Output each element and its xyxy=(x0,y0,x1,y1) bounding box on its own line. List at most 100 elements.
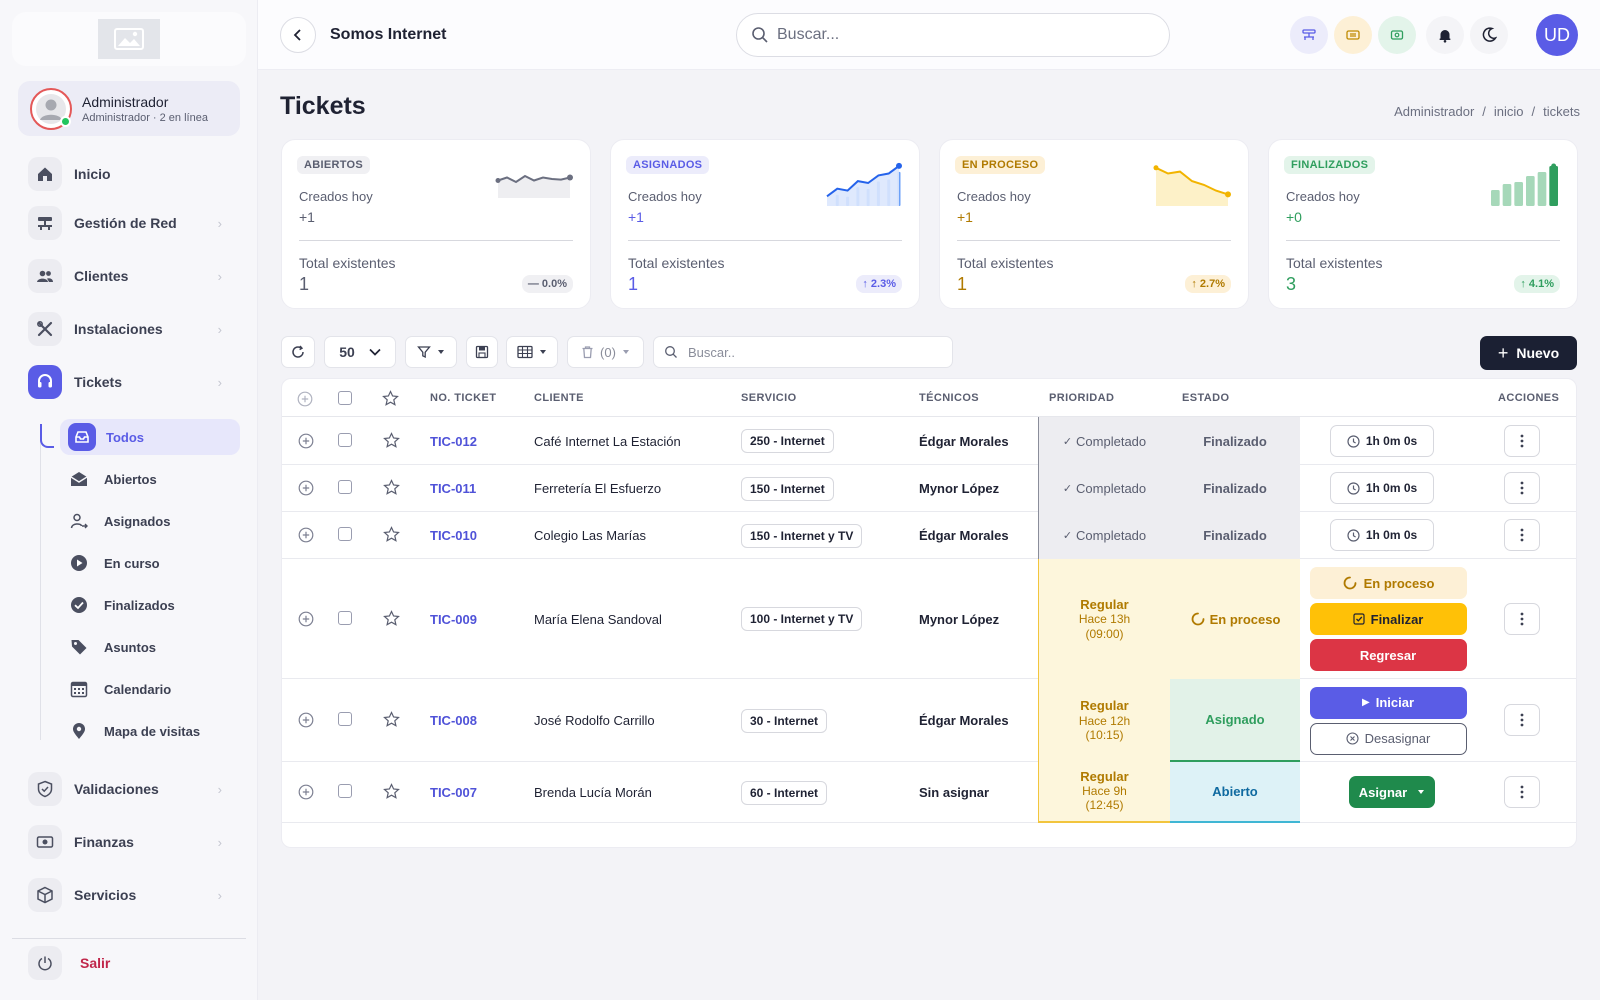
stat-card-asignados[interactable]: ASIGNADOS Creados hoy +1 Total existente… xyxy=(610,139,920,309)
theme-toggle-button[interactable] xyxy=(1470,16,1508,54)
timer-button[interactable]: 1h 0m 0s xyxy=(1330,425,1434,457)
ticket-id-link[interactable]: TIC-008 xyxy=(430,713,477,728)
favorite-star-icon[interactable] xyxy=(383,479,400,496)
row-checkbox[interactable] xyxy=(338,784,352,798)
in-progress-button[interactable]: En proceso xyxy=(1309,567,1467,599)
col-header-cliente[interactable]: CLIENTE xyxy=(534,392,584,404)
finalize-button[interactable]: Finalizar xyxy=(1309,603,1467,635)
nav-item-instalaciones[interactable]: Instalaciones › xyxy=(28,311,232,347)
tickets-shortcut-button[interactable] xyxy=(1334,16,1372,54)
global-search[interactable] xyxy=(736,13,1170,57)
card-today-label: Creados hoy xyxy=(628,189,702,204)
nav-item-validaciones[interactable]: Validaciones › xyxy=(28,771,232,807)
export-button[interactable] xyxy=(466,336,498,368)
sub-item-asuntos[interactable]: Asuntos xyxy=(60,629,240,665)
spinner-icon xyxy=(1191,612,1204,626)
row-menu-button[interactable] xyxy=(1504,776,1540,808)
refresh-button[interactable] xyxy=(281,336,315,368)
clock-icon xyxy=(1347,481,1360,495)
timer-button[interactable]: 1h 0m 0s xyxy=(1330,519,1434,551)
sub-item-mapa-de-visitas[interactable]: Mapa de visitas xyxy=(60,713,240,749)
home-icon xyxy=(28,157,62,191)
nav-item-tickets[interactable]: Tickets › xyxy=(28,364,232,400)
nav-item-servicios[interactable]: Servicios › xyxy=(28,877,232,913)
ticket-id-link[interactable]: TIC-009 xyxy=(430,612,477,627)
trash-icon xyxy=(582,346,593,359)
expand-row-icon[interactable] xyxy=(298,712,314,728)
filter-button[interactable] xyxy=(405,336,457,368)
ticket-id-link[interactable]: TIC-007 xyxy=(430,785,477,800)
table-search-input[interactable] xyxy=(688,344,938,360)
stat-card-en-proceso[interactable]: EN PROCESO Creados hoy +1 Total existent… xyxy=(939,139,1249,309)
select-all-checkbox[interactable] xyxy=(338,391,352,405)
expand-all-icon[interactable] xyxy=(297,391,313,407)
expand-row-icon[interactable] xyxy=(298,784,314,800)
timer-button[interactable]: 1h 0m 0s xyxy=(1330,472,1434,504)
expand-row-icon[interactable] xyxy=(298,527,314,543)
row-checkbox[interactable] xyxy=(338,712,352,726)
row-checkbox[interactable] xyxy=(338,611,352,625)
finance-shortcut-button[interactable] xyxy=(1378,16,1416,54)
row-checkbox[interactable] xyxy=(338,527,352,541)
notifications-button[interactable] xyxy=(1426,16,1464,54)
row-checkbox[interactable] xyxy=(338,480,352,494)
sub-item-en-curso[interactable]: En curso xyxy=(60,545,240,581)
columns-button[interactable] xyxy=(506,336,558,368)
priority-cell: ✓ Completado xyxy=(1038,465,1170,512)
ticket-id-link[interactable]: TIC-010 xyxy=(430,528,477,543)
nav-item-finanzas[interactable]: Finanzas › xyxy=(28,824,232,860)
assign-dropdown-button[interactable]: Asignar xyxy=(1349,776,1435,808)
checkmark-icon: ✓ xyxy=(1062,435,1073,448)
col-header-estado[interactable]: ESTADO xyxy=(1182,392,1229,404)
row-menu-button[interactable] xyxy=(1504,519,1540,551)
sub-item-finalizados[interactable]: Finalizados xyxy=(60,587,240,623)
breadcrumb-item[interactable]: Administrador xyxy=(1394,104,1474,119)
sub-item-abiertos[interactable]: Abiertos xyxy=(60,461,240,497)
table-search[interactable] xyxy=(653,336,953,368)
nav-item-inicio[interactable]: Inicio xyxy=(28,156,232,192)
sparkline xyxy=(1153,165,1231,206)
row-menu-button[interactable] xyxy=(1504,603,1540,635)
expand-row-icon[interactable] xyxy=(298,480,314,496)
start-button[interactable]: ▶ Iniciar xyxy=(1309,686,1467,719)
sub-item-todos[interactable]: Todos xyxy=(60,419,240,455)
nav-item-gestion-de-red[interactable]: Gestión de Red › xyxy=(28,205,232,241)
new-ticket-button[interactable]: + Nuevo xyxy=(1480,336,1577,370)
col-header-tecnicos[interactable]: TÉCNICOS xyxy=(919,392,979,404)
ticket-id-link[interactable]: TIC-012 xyxy=(430,434,477,449)
priority-cell: ✓ Completado xyxy=(1038,417,1170,465)
unassign-button[interactable]: Desasignar xyxy=(1309,722,1467,755)
col-header-prioridad[interactable]: PRIORIDAD xyxy=(1049,392,1114,404)
global-search-input[interactable] xyxy=(777,26,1137,44)
favorite-star-icon[interactable] xyxy=(383,432,400,449)
page-size-select[interactable]: 50 xyxy=(324,336,396,368)
sub-item-asignados[interactable]: Asignados xyxy=(60,503,240,539)
breadcrumb-item[interactable]: inicio xyxy=(1494,104,1524,119)
col-header-ticket[interactable]: NO. TICKET xyxy=(430,392,496,404)
row-checkbox[interactable] xyxy=(338,433,352,447)
stat-card-abiertos[interactable]: ABIERTOS Creados hoy +1 Total existentes… xyxy=(281,139,591,309)
ticket-id-link[interactable]: TIC-011 xyxy=(430,481,476,496)
back-button[interactable] xyxy=(280,17,316,53)
favorite-star-icon[interactable] xyxy=(383,711,400,728)
network-status-button[interactable] xyxy=(1290,16,1328,54)
favorite-star-icon[interactable] xyxy=(383,610,400,627)
expand-row-icon[interactable] xyxy=(298,611,314,627)
row-menu-button[interactable] xyxy=(1504,704,1540,736)
star-icon[interactable] xyxy=(382,390,399,407)
nav-item-clientes[interactable]: Clientes › xyxy=(28,258,232,294)
bulk-delete-button[interactable]: (0) xyxy=(567,336,644,368)
logout-button[interactable]: Salir xyxy=(28,946,110,980)
expand-row-icon[interactable] xyxy=(298,433,314,449)
col-header-servicio[interactable]: SERVICIO xyxy=(741,392,797,404)
return-button[interactable]: Regresar xyxy=(1309,639,1467,671)
user-card[interactable]: Administrador Administrador · 2 en línea xyxy=(18,81,240,136)
row-menu-button[interactable] xyxy=(1504,425,1540,457)
sub-item-calendario[interactable]: Calendario xyxy=(60,671,240,707)
user-avatar-button[interactable]: UD xyxy=(1536,14,1578,56)
stat-card-finalizados[interactable]: FINALIZADOS Creados hoy +0 Total existen… xyxy=(1268,139,1578,309)
network-icon xyxy=(28,206,62,240)
row-menu-button[interactable] xyxy=(1504,472,1540,504)
favorite-star-icon[interactable] xyxy=(383,783,400,800)
favorite-star-icon[interactable] xyxy=(383,526,400,543)
